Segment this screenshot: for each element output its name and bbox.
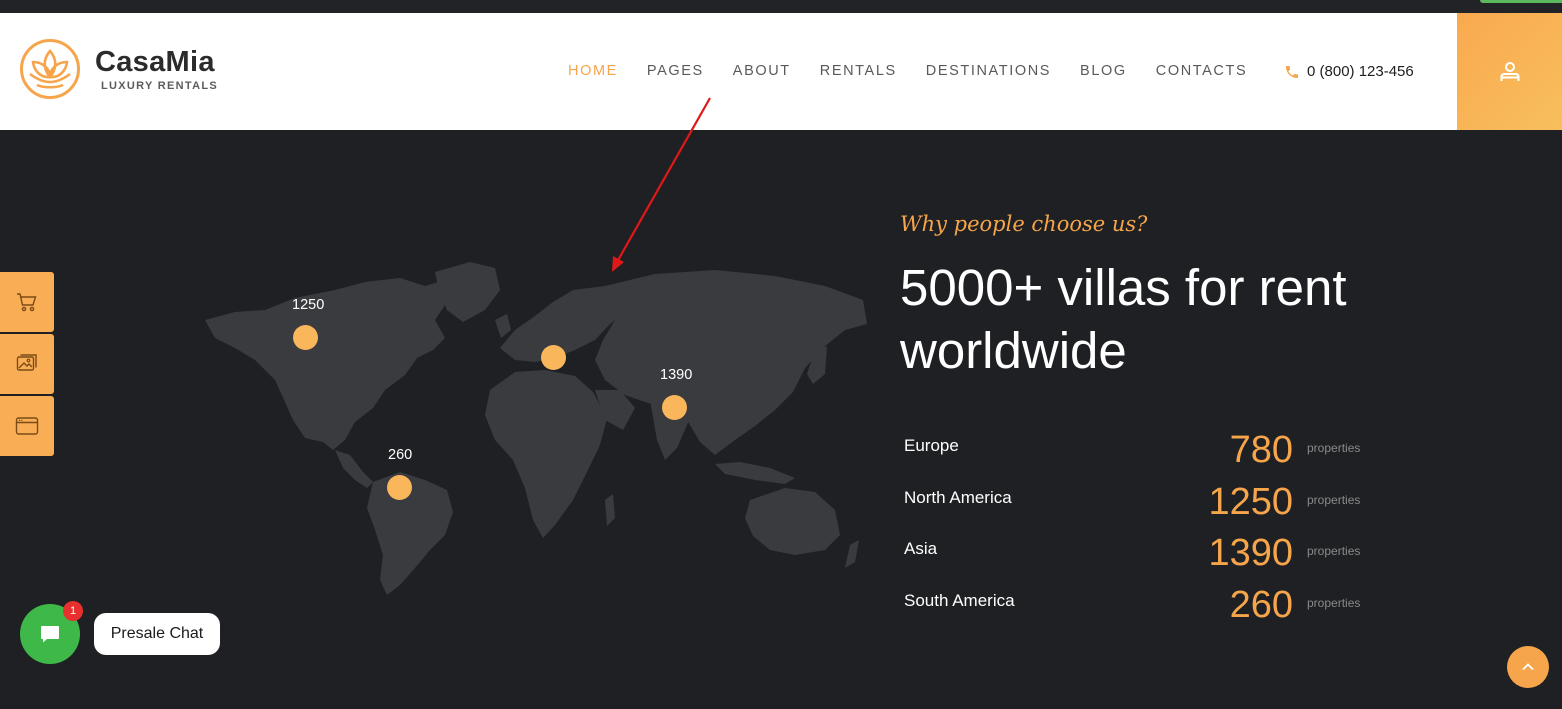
map-pin-south-america[interactable] [387,475,412,500]
nav-item-blog[interactable]: BLOG [1080,63,1127,79]
stat-value: 1250 [1208,480,1293,523]
brand-name: CasaMia [95,45,215,78]
cart-button[interactable] [0,272,54,332]
main-nav: HOME PAGES ABOUT RENTALS DESTINATIONS BL… [568,63,1276,79]
stat-region: Asia [904,539,938,558]
gallery-icon [16,354,37,371]
gallery-button[interactable] [0,334,54,394]
cart-icon [17,293,37,312]
stat-row-asia: Asia 1390 properties [904,531,1374,583]
nav-item-home[interactable]: HOME [568,63,618,79]
nav-item-destinations[interactable]: DESTINATIONS [926,63,1051,79]
stats-list: Europe 780 properties North America 1250… [904,428,1374,634]
stat-region: Europe [904,436,959,455]
account-button[interactable] [1457,13,1562,130]
user-icon [1500,61,1519,81]
pin-label-north-america: 1250 [292,297,325,313]
section-eyebrow: Why people choose us? [900,212,1148,236]
nav-item-pages[interactable]: PAGES [647,63,704,79]
browser-window-icon [15,417,39,435]
stat-region: North America [904,487,1012,507]
stat-region: South America [904,590,1015,610]
map-pin-asia[interactable] [662,395,687,420]
phone-link[interactable]: 0 (800) 123-456 [1284,63,1414,80]
phone-icon [1286,65,1298,78]
stat-value: 1390 [1208,532,1293,574]
nav-item-rentals[interactable]: RENTALS [820,63,897,79]
stat-value: 780 [1229,429,1293,471]
phone-number: 0 (800) 123-456 [1307,63,1414,80]
presale-chat-label[interactable]: Presale Chat [94,613,220,655]
lotus-icon [20,39,80,99]
chat-notification-badge: 1 [63,601,83,621]
stat-unit: properties [1307,441,1361,455]
stat-row-europe: Europe 780 properties [904,428,1374,480]
site-logo[interactable]: CasaMia LUXURY RENTALS [19,38,218,100]
chat-bubble-icon [41,626,59,643]
scroll-to-top-button[interactable] [1507,646,1549,688]
side-toolbar [0,272,54,458]
nav-item-about[interactable]: ABOUT [733,63,791,79]
chevron-up-icon [1522,663,1534,671]
top-bar-accent [1480,0,1562,3]
brand-tagline: LUXURY RENTALS [101,79,219,92]
site-header: CasaMia LUXURY RENTALS HOME PAGES ABOUT … [0,13,1562,130]
stat-row-north-america: North America 1250 properties [904,480,1374,532]
map-pin-north-america[interactable] [293,325,318,350]
nav-item-contacts[interactable]: CONTACTS [1156,63,1247,79]
browser-window-button[interactable] [0,396,54,456]
pin-label-south-america: 260 [388,447,413,463]
stat-row-south-america: South America 260 properties [904,583,1374,635]
map-pin-europe[interactable] [541,345,566,370]
stat-value: 260 [1229,583,1293,626]
stat-unit: properties [1307,544,1361,558]
stat-unit: properties [1307,492,1361,507]
pin-label-asia: 1390 [660,367,693,383]
browser-top-bar [0,0,1562,13]
stat-unit: properties [1307,595,1361,610]
section-headline: 5000+ villas for rent worldwide [900,259,1347,379]
